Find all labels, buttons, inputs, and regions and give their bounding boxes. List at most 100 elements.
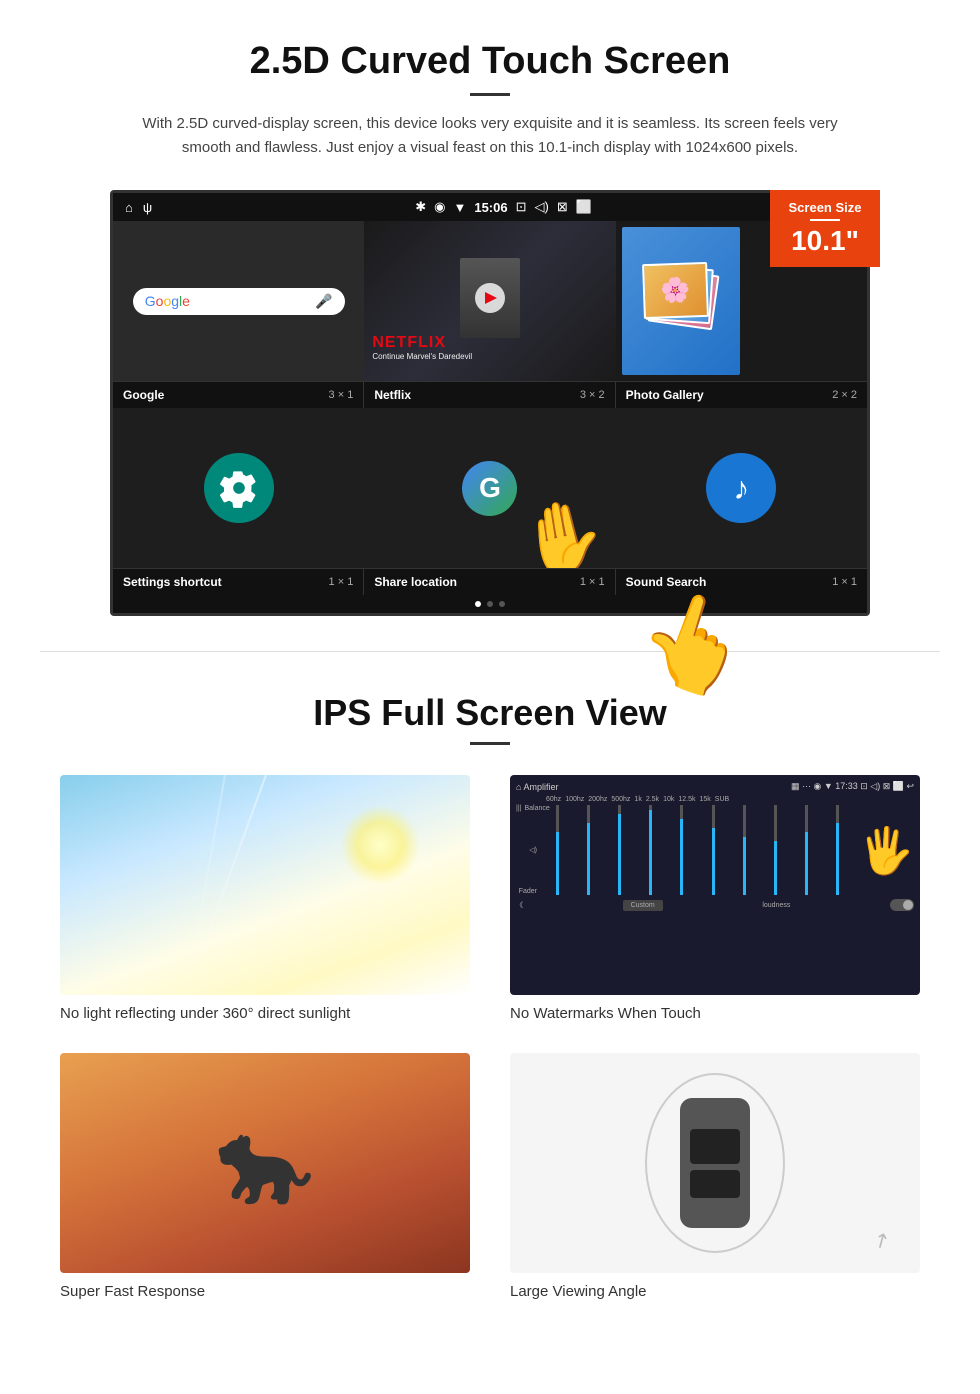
share-size: 1 × 1 xyxy=(580,576,605,588)
sky-image xyxy=(60,775,470,995)
fader-label: Fader xyxy=(516,888,537,895)
feature-grid: No light reflecting under 360° direct su… xyxy=(60,775,920,1301)
curved-screen-title: 2.5D Curved Touch Screen xyxy=(60,40,920,83)
amp-toggle[interactable] xyxy=(890,899,914,911)
location-icon: ◉ xyxy=(434,199,445,215)
bluetooth-icon: ✱ xyxy=(415,199,426,215)
settings-app-cell[interactable] xyxy=(113,408,364,568)
google-logo: Google xyxy=(145,293,190,309)
netflix-label-cell: Netflix 3 × 2 xyxy=(364,382,615,408)
google-maps-icon: G xyxy=(462,461,517,516)
nav-dot-3[interactable] xyxy=(499,601,505,607)
viewing-angle-arrow: ↗ xyxy=(868,1225,895,1255)
netflix-label: Netflix xyxy=(374,388,411,402)
gallery-size: 2 × 2 xyxy=(832,389,857,401)
car-image: ↗ xyxy=(510,1053,920,1273)
nav-dot-2[interactable] xyxy=(487,601,493,607)
ips-title-divider xyxy=(470,742,510,745)
settings-label: Settings shortcut xyxy=(123,575,222,589)
amp-title: ⌂ Amplifier xyxy=(516,782,558,792)
google-search-bar[interactable]: Google 🎤 xyxy=(133,288,345,315)
sun-glow xyxy=(340,805,420,885)
feature-no-light: No light reflecting under 360° direct su… xyxy=(60,775,470,1023)
feature-image-amplifier: ⌂ Amplifier ▦ ··· ◉ ▼ 17:33 ⊡ ◁) ⊠ ⬜ ↩ 6… xyxy=(510,775,920,995)
feature-image-cheetah: 🐆 xyxy=(60,1053,470,1273)
settings-icon-circle xyxy=(204,453,274,523)
share-location-app-cell[interactable]: G ✋ xyxy=(364,408,615,568)
wifi-icon: ▼ xyxy=(453,200,466,215)
feature-image-sky xyxy=(60,775,470,995)
netflix-app-cell[interactable]: NETFLIX Continue Marvel's Daredevil xyxy=(364,221,615,381)
app-grid-row1: Google 🎤 NETFLIX xyxy=(113,221,867,381)
settings-label-cell: Settings shortcut 1 × 1 xyxy=(113,569,364,595)
netflix-size: 3 × 2 xyxy=(580,389,605,401)
curved-screen-section: 2.5D Curved Touch Screen With 2.5D curve… xyxy=(0,0,980,651)
eq-bars xyxy=(543,805,852,895)
amp-hand-icon: 🖐 xyxy=(858,824,914,877)
amp-status: ▦ ··· ◉ ▼ 17:33 ⊡ ◁) ⊠ ⬜ ↩ xyxy=(791,781,914,792)
share-label-cell: Share location 1 × 1 xyxy=(364,569,615,595)
google-label-cell: Google 3 × 1 xyxy=(113,382,364,408)
app-labels-row1: Google 3 × 1 Netflix 3 × 2 Photo Gallery… xyxy=(113,381,867,408)
gallery-thumb-1: 🌸 xyxy=(622,227,740,375)
car-circle xyxy=(645,1073,785,1253)
amp-loudness-label: loudness xyxy=(762,902,790,909)
gallery-label: Photo Gallery xyxy=(626,388,704,402)
netflix-bg: NETFLIX Continue Marvel's Daredevil xyxy=(364,221,615,381)
feature-label-viewing-angle: Large Viewing Angle xyxy=(510,1283,647,1300)
camera-icon: ⊡ xyxy=(516,199,527,215)
amp-custom-btn[interactable]: Custom xyxy=(623,900,663,911)
cheetah-image: 🐆 xyxy=(60,1053,470,1273)
feature-image-car: ↗ xyxy=(510,1053,920,1273)
amp-header: ⌂ Amplifier ▦ ··· ◉ ▼ 17:33 ⊡ ◁) ⊠ ⬜ ↩ xyxy=(516,781,914,792)
google-size: 3 × 1 xyxy=(329,389,354,401)
eq-bar-1 xyxy=(543,805,571,895)
badge-label: Screen Size xyxy=(784,200,866,215)
badge-divider xyxy=(810,219,840,221)
netflix-play-btn[interactable] xyxy=(475,283,505,313)
tablet-screen: ⌂ ψ ✱ ◉ ▼ 15:06 ⊡ ◁) ⊠ ⬜ xyxy=(110,190,870,616)
close-icon: ⊠ xyxy=(557,199,568,215)
feature-fast-response: 🐆 Super Fast Response xyxy=(60,1053,470,1301)
usb-icon: ψ xyxy=(143,200,152,215)
screen-size-badge: Screen Size 10.1" xyxy=(770,190,880,267)
mic-icon[interactable]: 🎤 xyxy=(315,293,332,310)
badge-size: 10.1" xyxy=(784,225,866,257)
netflix-thumbnail xyxy=(460,258,520,338)
gallery-label-cell: Photo Gallery 2 × 2 xyxy=(616,382,867,408)
app-grid-row2: G ✋ ♪ xyxy=(113,408,867,568)
settings-size: 1 × 1 xyxy=(329,576,354,588)
netflix-logo-area: NETFLIX Continue Marvel's Daredevil xyxy=(372,334,472,361)
car-body xyxy=(680,1098,750,1228)
share-label: Share location xyxy=(374,575,457,589)
status-bar-left: ⌂ ψ xyxy=(125,200,152,215)
car-rear-window xyxy=(690,1170,740,1198)
volume-icon: ◁) xyxy=(535,199,549,215)
music-icon-circle: ♪ xyxy=(706,453,776,523)
sound-size: 1 × 1 xyxy=(832,576,857,588)
app-labels-row2: Settings shortcut 1 × 1 Share location 1… xyxy=(113,568,867,595)
amplifier-image: ⌂ Amplifier ▦ ··· ◉ ▼ 17:33 ⊡ ◁) ⊠ ⬜ ↩ 6… xyxy=(510,775,920,995)
feature-label-fast-response: Super Fast Response xyxy=(60,1283,205,1300)
nav-dot-1[interactable] xyxy=(475,601,481,607)
feature-label-no-watermarks: No Watermarks When Touch xyxy=(510,1005,701,1022)
google-app-cell[interactable]: Google 🎤 xyxy=(113,221,364,381)
hand-touching-icon: ✋ xyxy=(514,491,614,568)
curved-screen-desc: With 2.5D curved-display screen, this de… xyxy=(140,112,840,160)
feature-label-no-light: No light reflecting under 360° direct su… xyxy=(60,1005,350,1022)
music-note-icon: ♪ xyxy=(733,470,749,507)
status-bar: ⌂ ψ ✱ ◉ ▼ 15:06 ⊡ ◁) ⊠ ⬜ xyxy=(113,193,867,221)
device-wrapper: Screen Size 10.1" ⌂ ψ ✱ ◉ ▼ 15:06 ⊡ ◁) ⊠ xyxy=(110,190,870,616)
status-time: 15:06 xyxy=(474,200,507,215)
gear-icon xyxy=(219,468,259,508)
title-divider xyxy=(470,93,510,96)
speaker-icon: ◁) xyxy=(516,846,537,854)
amp-nav-prev[interactable]: 《 xyxy=(516,900,523,910)
feature-viewing-angle: ↗ Large Viewing Angle xyxy=(510,1053,920,1301)
home-icon[interactable]: ⌂ xyxy=(125,200,133,215)
sound-search-app-cell[interactable]: ♪ xyxy=(616,408,867,568)
netflix-logo-text: NETFLIX xyxy=(372,334,472,352)
netflix-subtitle: Continue Marvel's Daredevil xyxy=(372,352,472,361)
ips-screen-section: IPS Full Screen View No light reflecting… xyxy=(0,652,980,1331)
car-front-window xyxy=(690,1129,740,1164)
